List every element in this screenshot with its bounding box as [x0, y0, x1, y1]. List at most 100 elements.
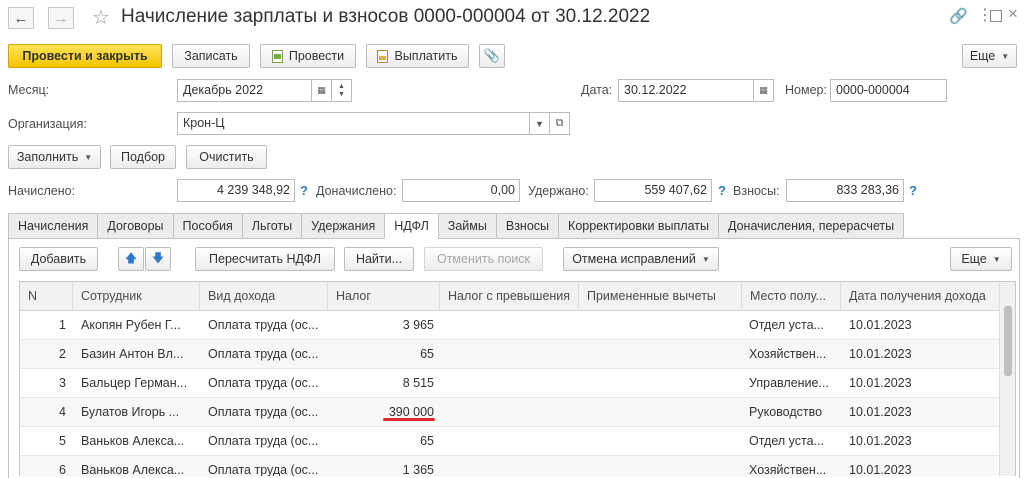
organization-field[interactable]: Крон-Ц [177, 112, 530, 135]
tab-accruals[interactable]: Начисления [8, 213, 98, 239]
organization-open-button[interactable]: ⧉ [550, 112, 570, 135]
add-row-button[interactable]: Добавить [19, 247, 98, 271]
cell-tax: 3 965 [402, 318, 434, 332]
maximize-icon[interactable] [990, 10, 1002, 22]
cell-employee: Бальцер Герман... [81, 376, 188, 390]
month-label: Месяц: [8, 83, 50, 97]
contributions-value: 833 283,36 [786, 179, 904, 202]
tab-benefits[interactable]: Пособия [172, 213, 242, 239]
back-button[interactable]: ← [8, 7, 34, 29]
attach-button[interactable]: 📎 [479, 44, 505, 68]
table-row[interactable]: 3 Бальцер Герман... Оплата труда (ос... … [20, 369, 1000, 398]
organization-dropdown-button[interactable]: ▼ [530, 112, 550, 135]
cell-tax: 8 515 [402, 376, 434, 390]
more-button[interactable]: Еще ▼ [962, 44, 1017, 68]
date-field[interactable]: 30.12.2022 [618, 79, 754, 102]
post-button-label: Провести [288, 49, 345, 63]
column-header-place[interactable]: Место полу... [741, 282, 840, 311]
cell-place: Хозяйствен... [749, 347, 827, 361]
chevron-down-icon: ▼ [1001, 51, 1010, 61]
tab-ndfl[interactable]: НДФЛ [384, 213, 438, 239]
cell-income-date: 10.01.2023 [849, 434, 912, 448]
table-row[interactable]: 6 Ваньков Алекса... Оплата труда (ос... … [20, 456, 1000, 476]
cell-place: Отдел уста... [749, 318, 824, 332]
table-more-label: Еще [961, 252, 987, 266]
stepper-down-icon: ▼ [338, 90, 345, 98]
cancel-search-button[interactable]: Отменить поиск [424, 247, 543, 271]
more-button-label: Еще [969, 49, 996, 63]
find-button[interactable]: Найти... [344, 247, 414, 271]
cell-n: 5 [59, 434, 66, 448]
column-header-excess-tax[interactable]: Налог с превышения [439, 282, 578, 311]
table-scrollbar[interactable] [999, 282, 1015, 476]
post-and-close-button[interactable]: Провести и закрыть [8, 44, 162, 68]
table-header: N Сотрудник Вид дохода Налог Налог с пре… [20, 282, 1000, 311]
column-header-deductions[interactable]: Примененные вычеты [578, 282, 741, 311]
column-header-income-type[interactable]: Вид дохода [199, 282, 327, 311]
save-button[interactable]: Записать [172, 44, 250, 68]
cell-employee: Ваньков Алекса... [81, 463, 185, 476]
cell-income-date: 10.01.2023 [849, 463, 912, 476]
column-header-employee[interactable]: Сотрудник [72, 282, 199, 311]
undo-corrections-button[interactable]: Отмена исправлений ▼ [563, 247, 719, 271]
scrollbar-thumb[interactable] [1004, 306, 1012, 376]
move-up-button[interactable]: 🡅 [118, 247, 144, 271]
table-more-button[interactable]: Еще ▼ [950, 247, 1012, 271]
cell-income-type: Оплата труда (ос... [208, 434, 319, 448]
post-button[interactable]: Провести [260, 44, 356, 68]
chevron-down-icon: ▼ [84, 152, 93, 162]
tab-loans[interactable]: Займы [437, 213, 496, 239]
tab-recalculations[interactable]: Доначисления, перерасчеты [717, 213, 905, 239]
tab-contributions[interactable]: Взносы [495, 213, 559, 239]
contributions-help-icon[interactable]: ? [909, 183, 917, 198]
chevron-down-icon: ▼ [535, 118, 544, 129]
table-row[interactable]: 1 Акопян Рубен Г... Оплата труда (ос... … [20, 311, 1000, 340]
column-header-n[interactable]: N [20, 282, 72, 311]
cell-income-type: Оплата труда (ос... [208, 463, 319, 476]
post-document-icon [271, 49, 283, 63]
tab-bar: Начисления Договоры Пособия Льготы Удерж… [8, 213, 905, 239]
calendar-icon: ▦ [759, 85, 768, 95]
tab-contracts[interactable]: Договоры [97, 213, 173, 239]
month-stepper[interactable]: ▲ ▼ [332, 79, 352, 102]
column-header-tax[interactable]: Налог [327, 282, 439, 311]
fill-button[interactable]: Заполнить ▼ [8, 145, 101, 169]
arrow-right-icon: → [53, 9, 69, 27]
date-calendar-button[interactable]: ▦ [754, 79, 774, 102]
tab-deductions[interactable]: Удержания [301, 213, 385, 239]
link-icon[interactable]: 🔗 [949, 7, 968, 25]
table-row[interactable]: 4 Булатов Игорь ... Оплата труда (ос... … [20, 398, 1000, 427]
chevron-down-icon: ▼ [992, 254, 1001, 264]
month-calendar-button[interactable]: ▦ [312, 79, 332, 102]
tab-privileges[interactable]: Льготы [241, 213, 302, 239]
number-field[interactable]: 0000-000004 [830, 79, 947, 102]
favorite-star-icon[interactable]: ☆ [92, 5, 110, 30]
cell-place: Отдел уста... [749, 434, 824, 448]
organization-label: Организация: [8, 117, 87, 131]
table-row[interactable]: 5 Ваньков Алекса... Оплата труда (ос... … [20, 427, 1000, 456]
select-button[interactable]: Подбор [110, 145, 176, 169]
tab-payment-corrections[interactable]: Корректировки выплаты [558, 213, 718, 239]
paperclip-icon: 📎 [483, 48, 501, 63]
close-icon[interactable]: × [1008, 4, 1018, 24]
page-title: Начисление зарплаты и взносов 0000-00000… [121, 6, 651, 27]
column-header-income-date[interactable]: Дата получения дохода [840, 282, 1000, 311]
accrued-help-icon[interactable]: ? [300, 183, 308, 198]
cell-n: 6 [59, 463, 66, 476]
forward-button[interactable]: → [48, 7, 74, 29]
move-down-button[interactable]: 🡇 [145, 247, 171, 271]
cell-n: 4 [59, 405, 66, 419]
cell-n: 2 [59, 347, 66, 361]
pay-button[interactable]: Выплатить [366, 44, 469, 68]
withheld-value: 559 407,62 [594, 179, 712, 202]
cell-place: Руководство [749, 405, 823, 419]
withheld-help-icon[interactable]: ? [718, 183, 726, 198]
recalculate-ndfl-button[interactable]: Пересчитать НДФЛ [195, 247, 335, 271]
table-row[interactable]: 2 Базин Антон Вл... Оплата труда (ос... … [20, 340, 1000, 369]
month-field[interactable]: Декабрь 2022 [177, 79, 312, 102]
cell-income-type: Оплата труда (ос... [208, 347, 319, 361]
number-label: Номер: [785, 83, 827, 97]
cell-income-date: 10.01.2023 [849, 318, 912, 332]
cell-income-date: 10.01.2023 [849, 376, 912, 390]
clear-button[interactable]: Очистить [186, 145, 267, 169]
